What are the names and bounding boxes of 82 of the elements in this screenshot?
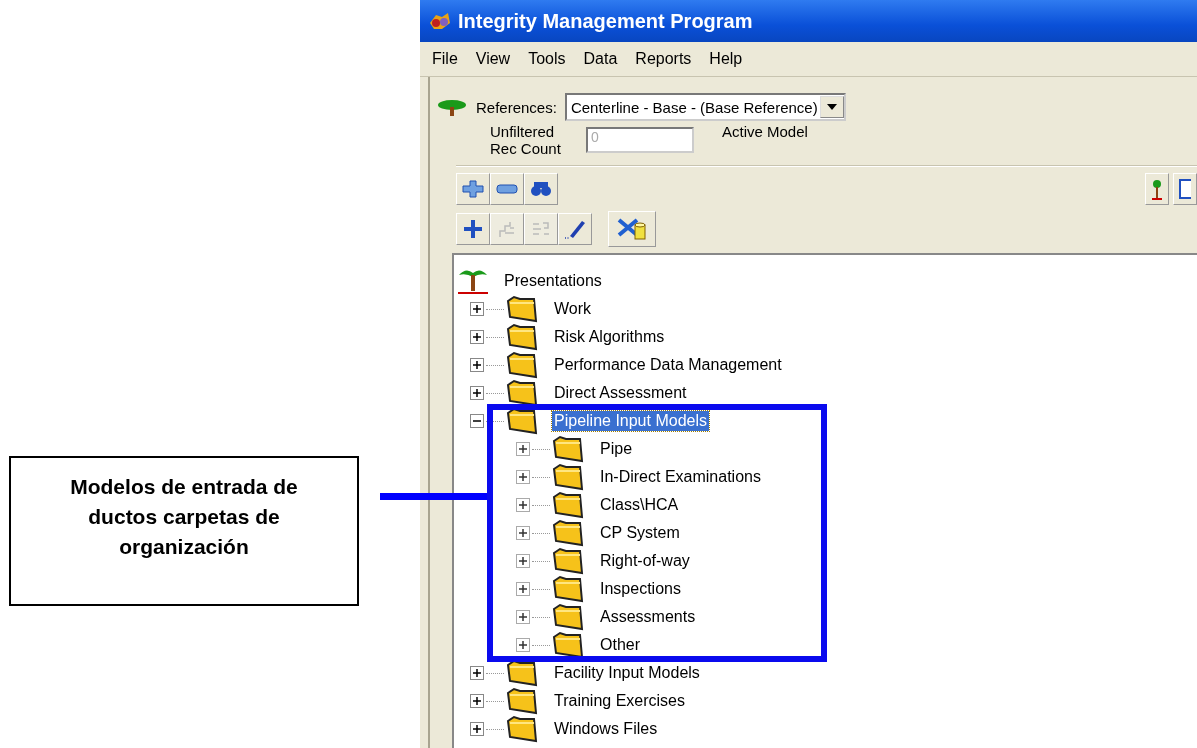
rec-count-label: Unfiltered Rec Count <box>490 123 562 157</box>
toolbar-button[interactable] <box>1173 173 1197 205</box>
folder-icon <box>552 491 584 519</box>
folder-icon <box>506 295 538 323</box>
expand-toggle-icon[interactable] <box>470 302 484 316</box>
expand-toggle-icon[interactable] <box>516 554 530 568</box>
tree-item[interactable]: Pipeline Input Models <box>552 411 709 431</box>
tree-item[interactable]: In-Direct Examinations <box>598 467 763 487</box>
toolbar-button[interactable] <box>524 173 558 205</box>
steps-icon <box>497 219 517 239</box>
app-logo-icon <box>428 11 452 31</box>
expand-toggle-icon[interactable] <box>516 442 530 456</box>
tree-item[interactable]: Right-of-way <box>598 551 692 571</box>
tree-item[interactable]: Performance Data Management <box>552 355 784 375</box>
tree-item[interactable]: Windows Files <box>552 719 660 739</box>
dropdown-arrow-icon <box>826 104 837 110</box>
expand-toggle-icon[interactable] <box>470 666 484 680</box>
folder-icon <box>506 407 538 435</box>
tree-item[interactable]: CP System <box>598 523 682 543</box>
tree-item[interactable]: Work <box>552 299 594 319</box>
expand-toggle-icon[interactable] <box>470 722 484 736</box>
expand-toggle-icon[interactable] <box>516 610 530 624</box>
expand-toggle-icon[interactable] <box>470 694 484 708</box>
toolbar-button[interactable] <box>558 213 592 245</box>
active-model-label: Active Model <box>722 123 808 140</box>
expand-toggle-icon[interactable] <box>516 582 530 596</box>
folder-icon <box>552 547 584 575</box>
tree-icon <box>436 97 468 117</box>
window-icon <box>1179 179 1191 199</box>
tree-item[interactable]: Inspections <box>598 579 683 599</box>
tree-item[interactable]: Risk Algorithms <box>552 327 667 347</box>
folder-icon <box>552 519 584 547</box>
toolbar-button[interactable] <box>608 211 656 247</box>
palm-tree-icon <box>456 267 490 295</box>
folder-icon <box>506 715 538 743</box>
toolbar-button[interactable] <box>456 213 490 245</box>
tree-item[interactable]: Assessments <box>598 607 698 627</box>
folder-icon <box>552 463 584 491</box>
tree-item[interactable]: Facility Input Models <box>552 663 702 683</box>
plus-icon <box>463 219 483 239</box>
expand-toggle-icon[interactable] <box>516 470 530 484</box>
tree-item[interactable]: Pipe <box>598 439 635 459</box>
expand-toggle-icon[interactable] <box>516 638 530 652</box>
cross-arrows-icon <box>462 180 484 198</box>
cross-cylinder-icon <box>617 217 647 241</box>
references-dropdown[interactable]: Centerline - Base - (Base Reference) <box>564 93 846 121</box>
toolbar-button[interactable] <box>1145 173 1169 205</box>
toolbar-button[interactable] <box>456 173 490 205</box>
tree-item[interactable]: Class\HCA <box>598 495 681 515</box>
menu-item[interactable]: Data <box>583 50 618 68</box>
expand-toggle-icon[interactable] <box>470 414 484 428</box>
folder-icon <box>552 631 584 659</box>
expand-toggle-icon[interactable] <box>470 330 484 344</box>
tree-item[interactable]: Training Exercises <box>552 691 687 711</box>
menu-item[interactable]: View <box>475 50 511 68</box>
pencil-icon <box>564 218 586 240</box>
references-label: References: <box>476 98 557 116</box>
menu-item[interactable]: Reports <box>635 50 692 68</box>
folder-icon <box>552 435 584 463</box>
folder-icon <box>552 603 584 631</box>
tree-item[interactable]: Direct Assessment <box>552 383 689 403</box>
expand-toggle-icon[interactable] <box>516 498 530 512</box>
folder-icon <box>552 575 584 603</box>
folder-icon <box>506 351 538 379</box>
expand-toggle-icon[interactable] <box>470 386 484 400</box>
menu-item[interactable]: Tools <box>528 50 566 68</box>
window-title: Integrity Management Program <box>458 9 753 33</box>
tree-root-label[interactable]: Presentations <box>502 271 604 291</box>
binoculars-icon <box>530 181 552 197</box>
menu-item[interactable]: File <box>432 50 458 68</box>
tree-icon <box>1152 178 1162 200</box>
pipe-icon <box>496 182 518 196</box>
tree-item[interactable]: Other <box>598 635 642 655</box>
expand-toggle-icon[interactable] <box>516 526 530 540</box>
toolbar-button[interactable] <box>490 173 524 205</box>
folder-icon <box>506 379 538 407</box>
folder-icon <box>506 687 538 715</box>
folder-icon <box>506 659 538 687</box>
expand-toggle-icon[interactable] <box>470 358 484 372</box>
menu-item[interactable]: Help <box>709 50 743 68</box>
folder-icon <box>506 323 538 351</box>
callout-text: Modelos de entrada de ductos carpetas de organización <box>69 474 299 560</box>
